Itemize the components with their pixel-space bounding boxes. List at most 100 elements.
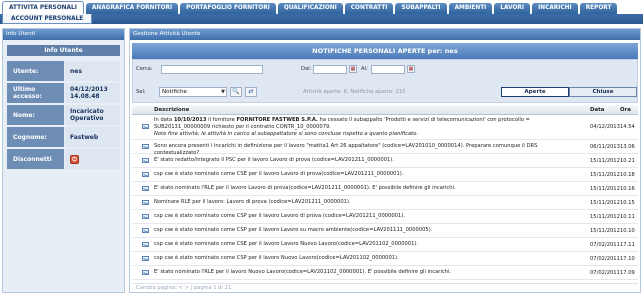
row-time: 13.06 xyxy=(620,144,635,150)
user-info-panel-header: Info Utenti xyxy=(3,29,124,40)
row-date: 15/11/2012 xyxy=(590,214,620,220)
row-description: csp cse è stato nominato come CSE per il… xyxy=(154,241,419,247)
calendar-icon[interactable]: ▦ xyxy=(349,65,357,73)
envelope-icon xyxy=(142,124,149,129)
info-row-name: Nome: Incaricato Operativo xyxy=(7,105,120,125)
logout-label[interactable]: Disconnetti xyxy=(7,149,65,169)
tab-subappalti[interactable]: SUBAPPALTI xyxy=(395,3,447,14)
subtab-bar xyxy=(0,14,643,24)
date-from-input[interactable] xyxy=(313,65,347,74)
table-row[interactable]: csp cse è stato nominato come CSP per il… xyxy=(132,210,638,224)
row-date: 07/02/2011 xyxy=(590,242,620,248)
table-row[interactable]: csp cse è stato nominato come CSE per il… xyxy=(132,238,638,252)
info-row-logout: Disconnetti ⏻ xyxy=(7,149,120,169)
row-time: 17.09 xyxy=(620,270,635,276)
info-label: Nome: xyxy=(7,105,65,125)
tab-ambienti[interactable]: AMBIENTI xyxy=(448,3,493,14)
type-select[interactable]: Notifiche ▼ xyxy=(159,87,227,97)
row-description: csp cse è stato nominato come CSP per il… xyxy=(154,255,399,261)
table-row[interactable]: csp cse è stato nominato come CSP per il… xyxy=(132,224,638,238)
subtab-account-personale[interactable]: ACCOUNT PERSONALE xyxy=(2,14,93,24)
notifications-title: NOTIFICHE PERSONALI APERTE per: nes xyxy=(132,43,638,59)
date-from-label: Dal: xyxy=(301,66,312,72)
envelope-icon xyxy=(142,214,149,219)
search-input[interactable] xyxy=(161,65,263,74)
calendar-icon[interactable]: ▦ xyxy=(407,65,415,73)
info-row-username: Utente: nes xyxy=(7,61,120,81)
table-row[interactable]: Nominare RLE per il lavoro: Lavoro di pr… xyxy=(132,196,638,210)
col-time[interactable]: Ora xyxy=(620,107,631,113)
info-value-last-access: 04/12/2013 14.08.48 xyxy=(65,83,120,103)
row-date: 15/11/2012 xyxy=(590,186,620,192)
table-row[interactable]: csp cse è stato nominato come CSE per il… xyxy=(132,168,638,182)
row-description: csp cse è stato nominato come CSP per il… xyxy=(154,227,433,233)
closed-toggle-button[interactable]: Chiuse xyxy=(569,87,637,97)
row-time: 17.11 xyxy=(620,242,635,248)
open-toggle-button[interactable]: Aperte xyxy=(501,87,569,97)
row-description: Nominare RLE per il lavoro: Lavoro di pr… xyxy=(154,199,351,205)
info-label: Ultimo accesso: xyxy=(7,83,65,103)
date-to-label: Al: xyxy=(361,66,368,72)
info-label: Utente: xyxy=(7,61,65,81)
tab-incarichi[interactable]: INCARICHI xyxy=(532,3,578,14)
envelope-icon xyxy=(142,200,149,205)
select-label: Sel: xyxy=(136,89,146,95)
envelope-icon xyxy=(142,270,149,275)
tab-anagrafica-fornitori[interactable]: ANAGRAFICA FORNITORI xyxy=(85,3,179,14)
filter-bar: Cerca: Dal: ▦ Al: ▦ Sel: Notifiche ▼ 🔍 ⇄… xyxy=(132,59,638,103)
row-description: E' stato nominato l'RLE per il lavoro La… xyxy=(154,185,456,191)
tab-report[interactable]: REPORT xyxy=(579,3,618,14)
activity-panel: Gestione Attività Utente NOTIFICHE PERSO… xyxy=(129,28,641,293)
row-description: E' stato nominato l'RLE per il lavoro Nu… xyxy=(154,269,452,275)
envelope-icon xyxy=(142,242,149,247)
col-description[interactable]: Descrizione xyxy=(154,107,189,113)
row-time: 10.11 xyxy=(620,214,635,220)
table-row[interactable]: csp cse è stato nominato come CSP per il… xyxy=(132,252,638,266)
table-row[interactable]: E' stato nominato l'RLE per il lavoro La… xyxy=(132,182,638,196)
row-time: 10.21 xyxy=(620,158,635,164)
pagination[interactable]: Cambia pagina: < > | pagina 1 di 21. xyxy=(132,283,638,292)
user-info-body: Info Utente Utente: nes Ultimo accesso: … xyxy=(3,40,124,292)
tab-contratti[interactable]: CONTRATTI xyxy=(344,3,394,14)
row-time: 17.10 xyxy=(620,256,635,262)
search-icon[interactable]: 🔍 xyxy=(230,87,242,97)
tab-attivita-personali[interactable]: ATTIVITA PERSONALI xyxy=(2,1,84,14)
refresh-icon[interactable]: ⇄ xyxy=(245,87,257,97)
user-info-panel: Info Utenti Info Utente Utente: nes Ulti… xyxy=(2,28,125,293)
info-row-surname: Cognome: Fastweb xyxy=(7,127,120,147)
tab-portafoglio-fornitori[interactable]: PORTAFOGLIO FORNITORI xyxy=(180,3,276,14)
tab-qualificazioni[interactable]: QUALIFICAZIONI xyxy=(277,3,343,14)
row-date: 15/11/2012 xyxy=(590,172,620,178)
info-value-username: nes xyxy=(65,61,120,81)
logout-cell: ⏻ xyxy=(65,149,120,169)
info-value-surname: Fastweb xyxy=(65,127,120,147)
row-time: 10.15 xyxy=(620,200,635,206)
info-row-last-access: Ultimo accesso: 04/12/2013 14.08.48 xyxy=(7,83,120,103)
envelope-icon xyxy=(142,172,149,177)
table-row[interactable]: E' stato redatto/integrato il PSC per il… xyxy=(132,154,638,168)
row-date: 15/11/2012 xyxy=(590,228,620,234)
info-value-name: Incaricato Operativo xyxy=(65,105,120,125)
envelope-icon xyxy=(142,186,149,191)
row-date: 06/11/2013 xyxy=(590,144,620,150)
envelope-icon xyxy=(142,256,149,261)
logout-icon[interactable]: ⏻ xyxy=(70,154,79,164)
tab-lavori[interactable]: LAVORI xyxy=(494,3,531,14)
row-date: 04/12/2013 xyxy=(590,124,620,130)
info-label: Cognome: xyxy=(7,127,65,147)
activity-panel-header: Gestione Attività Utente xyxy=(130,29,640,40)
activity-stats: Attività aperte: 6. Notifiche aperte: 21… xyxy=(303,89,406,95)
row-date: 15/11/2012 xyxy=(590,158,620,164)
type-select-value: Notifiche xyxy=(162,89,187,95)
table-row[interactable]: E' stato nominato l'RLE per il lavoro Nu… xyxy=(132,266,638,280)
table-row[interactable]: In data 10/10/2013 il fornitore FORNITOR… xyxy=(132,115,638,140)
search-label: Cerca: xyxy=(136,66,153,72)
date-to-input[interactable] xyxy=(371,65,405,74)
table-row[interactable]: Sono ancora presenti i incarichi in defi… xyxy=(132,140,638,156)
row-time: 14.54 xyxy=(620,124,635,130)
row-date: 07/02/2011 xyxy=(590,270,620,276)
col-date[interactable]: Data xyxy=(590,107,604,113)
row-description: csp cse è stato nominato come CSE per il… xyxy=(154,171,404,177)
envelope-icon xyxy=(142,228,149,233)
user-info-title: Info Utente xyxy=(7,45,120,56)
